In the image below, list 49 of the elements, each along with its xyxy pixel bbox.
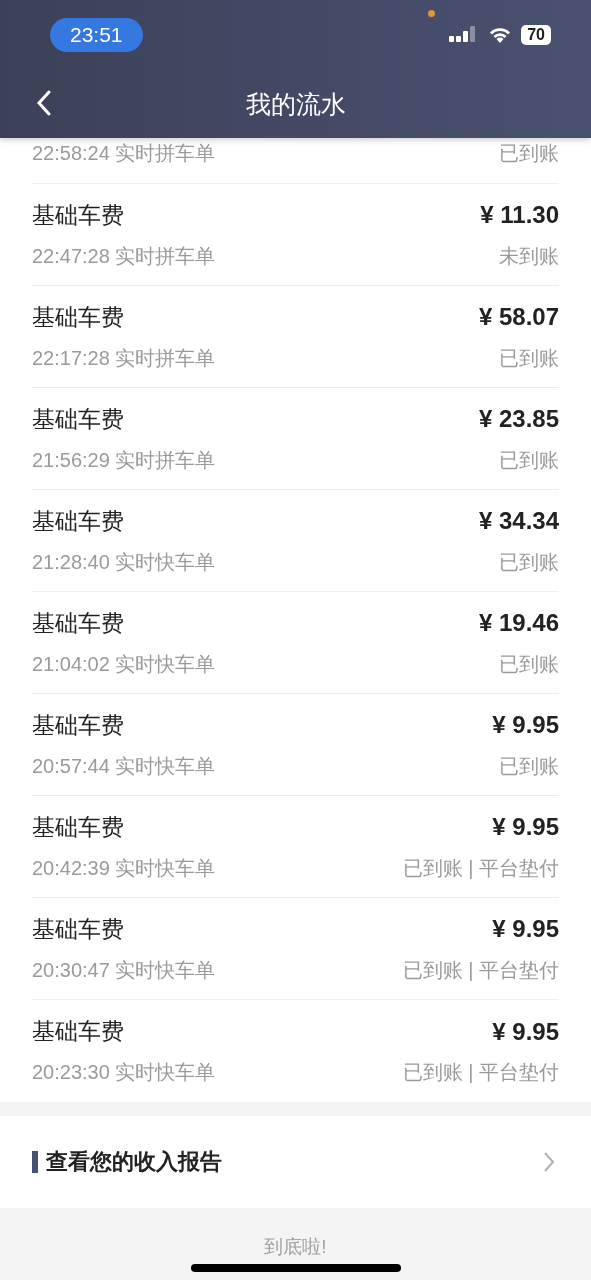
- record-title: 基础车费: [32, 1017, 124, 1046]
- privacy-dot-icon: [428, 10, 435, 17]
- record-title: 基础车费: [32, 404, 124, 434]
- record-status: 已到账 | 平台垫付: [402, 855, 559, 881]
- report-link[interactable]: 查看您的收入报告: [0, 1116, 591, 1208]
- record-amount: ¥ 19.46: [478, 609, 559, 637]
- record-title: 基础车费: [32, 710, 124, 740]
- record-title: 基础车费: [32, 302, 124, 332]
- record-status: 已到账: [499, 549, 559, 575]
- record-time-type: 20:42:39 实时快车单: [32, 855, 216, 881]
- record-amount: ¥ 23.85: [478, 405, 559, 433]
- record-status: 已到账: [499, 447, 559, 473]
- accent-bar-icon: [32, 1151, 38, 1173]
- record-time-type: 21:28:40 实时快车单: [32, 549, 216, 575]
- record-status: 未到账: [499, 243, 559, 269]
- status-time: 23:51: [50, 18, 143, 52]
- record-amount: ¥ 34.34: [478, 507, 559, 535]
- page-title: 我的流水: [245, 88, 346, 120]
- record-amount: ¥ 58.07: [478, 303, 559, 331]
- back-icon[interactable]: [36, 90, 52, 116]
- battery-icon: 70: [521, 25, 551, 45]
- record-time-type: 22:47:28 实时拼车单: [32, 243, 216, 269]
- record-title: 基础车费: [32, 506, 124, 536]
- record-time-type: 20:23:30 实时快车单: [32, 1060, 216, 1085]
- record-status: 已到账: [499, 345, 559, 371]
- record-status: 已到账: [499, 141, 559, 166]
- record-time-type: 21:04:02 实时快车单: [32, 651, 216, 677]
- chevron-right-icon: [543, 1151, 555, 1173]
- record-amount: ¥ 9.95: [492, 1017, 559, 1046]
- record-status: 已到账 | 平台垫付: [402, 957, 559, 983]
- record-status: 已到账: [499, 753, 559, 779]
- record-amount: ¥ 9.95: [492, 915, 559, 943]
- report-label: 查看您的收入报告: [46, 1148, 222, 1176]
- record-time-type: 20:57:44 实时快车单: [32, 753, 216, 779]
- record-time-type: 22:58:24 实时拼车单: [32, 141, 216, 166]
- end-of-list-text: 到底啦!: [264, 1235, 327, 1259]
- record-title: 基础车费: [32, 608, 124, 638]
- wifi-icon: [489, 27, 512, 43]
- record-title: 基础车费: [32, 200, 124, 230]
- record-status: 已到账: [499, 651, 559, 677]
- record-title: 基础车费: [32, 812, 124, 842]
- record-amount: ¥ 9.95: [492, 813, 559, 841]
- record-status: 已到账 | 平台垫付: [402, 1060, 559, 1085]
- record-amount: ¥ 11.30: [480, 201, 559, 229]
- record-time-type: 20:30:47 实时快车单: [32, 957, 216, 983]
- record-amount: ¥ 9.95: [492, 711, 559, 739]
- record-time-type: 21:56:29 实时拼车单: [32, 447, 216, 473]
- record-time-type: 22:17:28 实时拼车单: [32, 345, 216, 371]
- record-title: 基础车费: [32, 914, 124, 944]
